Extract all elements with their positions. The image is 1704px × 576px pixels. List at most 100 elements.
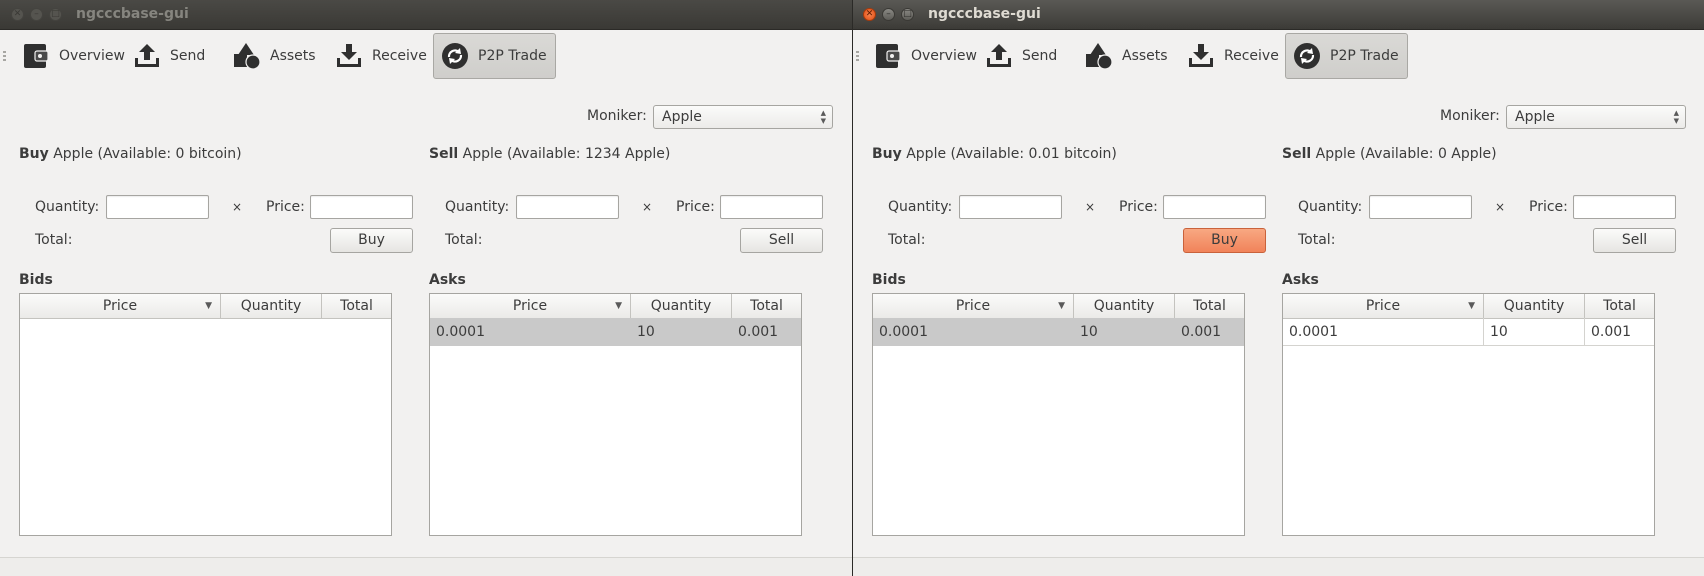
sell-button[interactable]: Sell bbox=[740, 228, 823, 253]
bids-table-header: Price ▼ Quantity Total bbox=[873, 294, 1244, 319]
bid-price-cell: 0.0001 bbox=[879, 324, 928, 340]
app-window-right: ✕ – □ ngcccbase-gui Overview Send Assets… bbox=[852, 0, 1704, 576]
moniker-select[interactable]: Apple ▲ ▼ bbox=[1506, 105, 1686, 129]
sell-total-label: Total: bbox=[1298, 232, 1336, 248]
close-window-button[interactable]: ✕ bbox=[11, 8, 24, 21]
overview-button[interactable]: Overview bbox=[867, 33, 983, 79]
buy-quantity-input[interactable] bbox=[959, 195, 1062, 219]
bids-table[interactable]: Price ▼ Quantity Total bbox=[19, 293, 392, 536]
asks-total-column-header[interactable]: Total bbox=[732, 294, 801, 318]
buy-total-label: Total: bbox=[35, 232, 73, 248]
p2p-trade-label: P2P Trade bbox=[1330, 48, 1399, 64]
sell-heading: Sell Apple (Available: 0 Apple) bbox=[1282, 146, 1497, 162]
sell-times-sign: × bbox=[642, 200, 653, 214]
send-button[interactable]: Send bbox=[126, 33, 211, 79]
buy-price-label: Price: bbox=[266, 199, 305, 215]
ask-total-cell: 0.001 bbox=[1591, 324, 1632, 340]
receive-label: Receive bbox=[372, 48, 427, 64]
bids-quantity-column-header[interactable]: Quantity bbox=[221, 294, 322, 318]
sell-quantity-label: Quantity: bbox=[1298, 199, 1363, 215]
main-toolbar: Overview Send Assets Receive P2P Trade bbox=[0, 29, 852, 85]
download-icon bbox=[1186, 41, 1216, 71]
asks-table-header: Price ▼ Quantity Total bbox=[430, 294, 801, 319]
upload-icon bbox=[984, 41, 1014, 71]
asks-title: Asks bbox=[1282, 272, 1319, 288]
buy-button[interactable]: Buy bbox=[330, 228, 413, 253]
ask-quantity-cell: 10 bbox=[1484, 318, 1585, 346]
buy-quantity-label: Quantity: bbox=[35, 199, 100, 215]
shapes-icon bbox=[232, 41, 262, 71]
asks-title: Asks bbox=[429, 272, 466, 288]
bid-quantity-cell: 10 bbox=[1080, 324, 1098, 340]
bids-total-column-header[interactable]: Total bbox=[322, 294, 391, 318]
title-bar: ✕ – □ ngcccbase-gui bbox=[0, 0, 852, 30]
minimize-window-button[interactable]: – bbox=[882, 8, 895, 21]
moniker-value: Apple bbox=[1515, 109, 1555, 125]
asks-price-column-header[interactable]: Price ▼ bbox=[430, 294, 631, 318]
toolbar-grip[interactable] bbox=[856, 51, 859, 63]
ask-total-cell: 0.001 bbox=[738, 324, 779, 340]
buy-price-input[interactable] bbox=[310, 195, 413, 219]
buy-quantity-input[interactable] bbox=[106, 195, 209, 219]
moniker-select[interactable]: Apple ▲ ▼ bbox=[653, 105, 833, 129]
maximize-window-button[interactable]: □ bbox=[901, 8, 914, 21]
receive-button[interactable]: Receive bbox=[1180, 33, 1285, 79]
send-button[interactable]: Send bbox=[978, 33, 1063, 79]
asks-quantity-column-header[interactable]: Quantity bbox=[1484, 294, 1585, 318]
asks-table[interactable]: Price ▼ Quantity Total 0.0001 10 0.001 bbox=[1282, 293, 1655, 536]
toolbar-grip[interactable] bbox=[3, 51, 6, 63]
bids-title: Bids bbox=[872, 272, 906, 288]
wallet-icon bbox=[21, 41, 51, 71]
sort-descending-icon: ▼ bbox=[1468, 301, 1475, 311]
bids-quantity-column-header[interactable]: Quantity bbox=[1074, 294, 1175, 318]
buy-quantity-label: Quantity: bbox=[888, 199, 953, 215]
sell-heading: Sell Apple (Available: 1234 Apple) bbox=[429, 146, 671, 162]
buy-times-sign: × bbox=[1085, 200, 1096, 214]
sell-button[interactable]: Sell bbox=[1593, 228, 1676, 253]
sort-descending-icon: ▼ bbox=[615, 301, 622, 311]
assets-button[interactable]: Assets bbox=[1078, 33, 1174, 79]
asks-price-column-header[interactable]: Price ▼ bbox=[1283, 294, 1484, 318]
receive-button[interactable]: Receive bbox=[328, 33, 433, 79]
asks-quantity-column-header[interactable]: Quantity bbox=[631, 294, 732, 318]
p2p-trade-button[interactable]: P2P Trade bbox=[433, 33, 556, 79]
assets-button[interactable]: Assets bbox=[226, 33, 322, 79]
title-bar: ✕ – □ ngcccbase-gui bbox=[853, 0, 1704, 30]
buy-times-sign: × bbox=[232, 200, 243, 214]
close-window-button[interactable]: ✕ bbox=[863, 8, 876, 21]
bids-total-column-header[interactable]: Total bbox=[1175, 294, 1244, 318]
sell-price-label: Price: bbox=[1529, 199, 1568, 215]
sort-descending-icon: ▼ bbox=[1058, 301, 1065, 311]
overview-button[interactable]: Overview bbox=[15, 33, 131, 79]
sell-price-label: Price: bbox=[676, 199, 715, 215]
p2p-trade-button[interactable]: P2P Trade bbox=[1285, 33, 1408, 79]
asks-table[interactable]: Price ▼ Quantity Total 0.0001 10 0.001 bbox=[429, 293, 802, 536]
sell-total-label: Total: bbox=[445, 232, 483, 248]
sell-price-input[interactable] bbox=[1573, 195, 1676, 219]
bids-price-column-header[interactable]: Price ▼ bbox=[873, 294, 1074, 318]
maximize-window-button[interactable]: □ bbox=[49, 8, 62, 21]
status-bar bbox=[853, 557, 1704, 576]
sell-quantity-input[interactable] bbox=[516, 195, 619, 219]
wallet-icon bbox=[873, 41, 903, 71]
sell-price-input[interactable] bbox=[720, 195, 823, 219]
asks-total-column-header[interactable]: Total bbox=[1585, 294, 1654, 318]
table-row[interactable]: 0.0001 10 0.001 bbox=[873, 318, 1244, 346]
minimize-window-button[interactable]: – bbox=[30, 8, 43, 21]
table-row[interactable]: 0.0001 10 0.001 bbox=[1283, 318, 1654, 346]
bids-table-header: Price ▼ Quantity Total bbox=[20, 294, 391, 319]
moniker-label: Moniker: bbox=[1440, 108, 1500, 124]
send-label: Send bbox=[170, 48, 206, 64]
table-row[interactable]: 0.0001 10 0.001 bbox=[430, 318, 801, 346]
buy-heading: Buy Apple (Available: 0.01 bitcoin) bbox=[872, 146, 1117, 162]
window-title: ngcccbase-gui bbox=[928, 6, 1041, 22]
bids-table[interactable]: Price ▼ Quantity Total 0.0001 10 0.001 bbox=[872, 293, 1245, 536]
buy-price-input[interactable] bbox=[1163, 195, 1266, 219]
receive-label: Receive bbox=[1224, 48, 1279, 64]
sell-quantity-input[interactable] bbox=[1369, 195, 1472, 219]
ask-price-cell: 0.0001 bbox=[436, 324, 485, 340]
bids-price-column-header[interactable]: Price ▼ bbox=[20, 294, 221, 318]
buy-button[interactable]: Buy bbox=[1183, 228, 1266, 253]
sort-descending-icon: ▼ bbox=[205, 301, 212, 311]
sync-icon bbox=[440, 41, 470, 71]
